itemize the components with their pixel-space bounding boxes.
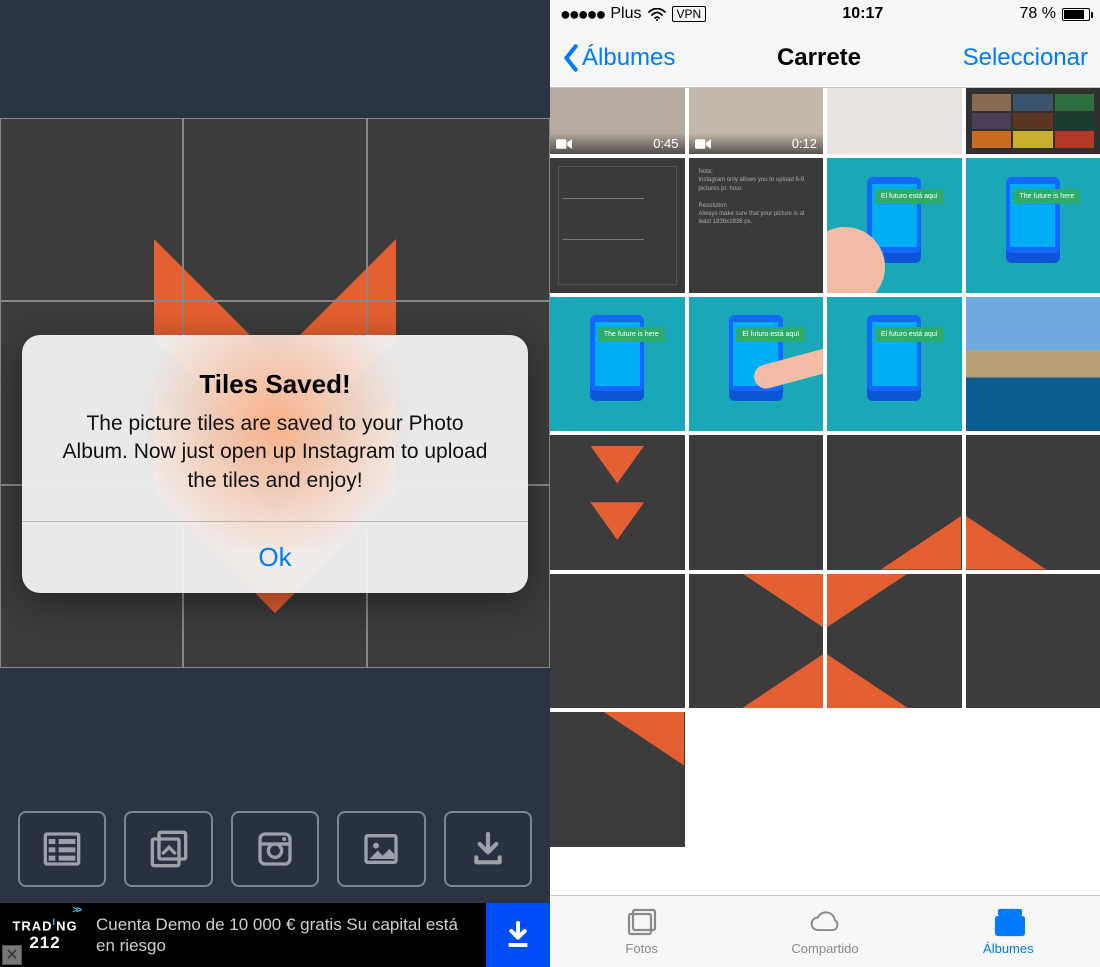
promo-caption: El futuro está aquí xyxy=(875,189,944,204)
thumb-tile-2[interactable] xyxy=(689,435,824,570)
thumb-promo-phone-1[interactable]: The future is here xyxy=(966,158,1100,293)
alert-ok-button[interactable]: Ok xyxy=(22,522,528,593)
back-button[interactable]: Álbumes xyxy=(562,44,675,72)
thumb-instructions-2[interactable]: Note:Instagram only allows you to upload… xyxy=(689,158,824,293)
ad-chevrons-icon: >> xyxy=(72,905,80,916)
photos-icon xyxy=(625,907,659,937)
ios-photos-screen: ●●●●● Plus VPN 10:17 78 % Álbumes Carret… xyxy=(550,0,1100,967)
vpn-badge: VPN xyxy=(672,6,707,22)
tab-label: Álbumes xyxy=(983,941,1034,956)
layout-button[interactable] xyxy=(18,811,106,887)
clock-label: 10:17 xyxy=(706,5,1019,23)
photo-grid: 0:45 0:12 xyxy=(550,88,1100,847)
thumb-document[interactable] xyxy=(827,88,962,154)
tab-bar: Fotos Compartido Álbumes xyxy=(550,895,1100,967)
thumb-instructions-1[interactable] xyxy=(550,158,685,293)
promo-caption: El futuro está aquí xyxy=(875,327,944,342)
ad-download-button[interactable] xyxy=(486,903,550,967)
thumb-tile-6[interactable] xyxy=(689,574,824,709)
download-button[interactable] xyxy=(444,811,532,887)
tile-app-screen: >> TRADING 212 ✕ Cuenta Demo de 10 000 €… xyxy=(0,0,550,967)
cloud-icon xyxy=(808,907,842,937)
promo-caption: The future is here xyxy=(1013,189,1080,204)
video-overlay: 0:45 xyxy=(550,133,685,154)
alert-message: The picture tiles are saved to your Phot… xyxy=(22,400,528,521)
thumb-tile-8[interactable] xyxy=(966,574,1100,709)
thumb-tile-7[interactable] xyxy=(827,574,962,709)
image-icon xyxy=(361,829,401,869)
select-button[interactable]: Seleccionar xyxy=(963,44,1088,72)
tab-shared[interactable]: Compartido xyxy=(733,907,916,956)
promo-caption: El futuro está aquí xyxy=(736,327,805,342)
ad-close-button[interactable]: ✕ xyxy=(2,945,22,965)
thumb-tile-4[interactable] xyxy=(966,435,1100,570)
tiles-saved-alert: Tiles Saved! The picture tiles are saved… xyxy=(22,335,528,593)
thumb-promo-finger[interactable]: El futuro está aquí xyxy=(689,297,824,432)
video-duration: 0:12 xyxy=(792,136,817,151)
thumb-tile-3[interactable] xyxy=(827,435,962,570)
albums-icon xyxy=(991,907,1025,937)
download-icon xyxy=(468,829,508,869)
photo-grid-scroller[interactable]: 0:45 0:12 xyxy=(550,88,1100,895)
toolbar xyxy=(0,811,550,887)
video-duration: 0:45 xyxy=(653,136,678,151)
thumb-promo-hand[interactable]: El futuro está aquí xyxy=(827,158,962,293)
thumb-collage[interactable] xyxy=(966,88,1100,154)
battery-percent-label: 78 % xyxy=(1020,5,1056,23)
instagram-button[interactable] xyxy=(231,811,319,887)
browse-button[interactable] xyxy=(124,811,212,887)
thumb-tile-9[interactable] xyxy=(550,712,685,847)
thumb-promo-phone-2[interactable]: The future is here xyxy=(550,297,685,432)
browse-icon xyxy=(149,829,189,869)
layout-icon xyxy=(42,829,82,869)
promo-caption: The future is here xyxy=(598,327,665,342)
thumb-tile-5[interactable] xyxy=(550,574,685,709)
battery-icon xyxy=(1062,8,1090,21)
alert-title: Tiles Saved! xyxy=(22,369,528,400)
instagram-icon xyxy=(255,829,295,869)
thumb-video-2[interactable]: 0:12 xyxy=(689,88,824,154)
tab-albums[interactable]: Álbumes xyxy=(917,907,1100,956)
video-icon xyxy=(695,138,711,150)
nav-bar: Álbumes Carrete Seleccionar xyxy=(550,28,1100,88)
wifi-icon xyxy=(648,8,666,21)
carrier-label: Plus xyxy=(610,5,641,23)
thumb-tile-1[interactable] xyxy=(550,435,685,570)
image-button[interactable] xyxy=(337,811,425,887)
tab-photos[interactable]: Fotos xyxy=(550,907,733,956)
tab-label: Fotos xyxy=(625,941,658,956)
download-icon xyxy=(502,919,534,951)
nav-title: Carrete xyxy=(675,44,962,72)
status-bar: ●●●●● Plus VPN 10:17 78 % xyxy=(550,0,1100,28)
thumb-promo-phone-3[interactable]: El futuro está aquí xyxy=(827,297,962,432)
chevron-left-icon xyxy=(562,44,580,72)
thumb-beach-photo[interactable] xyxy=(966,297,1100,432)
signal-strength-icon: ●●●●● xyxy=(560,4,604,25)
ad-text: Cuenta Demo de 10 000 € gratis Su capita… xyxy=(90,914,486,957)
ad-banner[interactable]: >> TRADING 212 ✕ Cuenta Demo de 10 000 €… xyxy=(0,903,550,967)
video-overlay: 0:12 xyxy=(689,133,824,154)
back-label: Álbumes xyxy=(582,44,675,72)
tab-label: Compartido xyxy=(791,941,858,956)
video-icon xyxy=(556,138,572,150)
thumb-video-1[interactable]: 0:45 xyxy=(550,88,685,154)
